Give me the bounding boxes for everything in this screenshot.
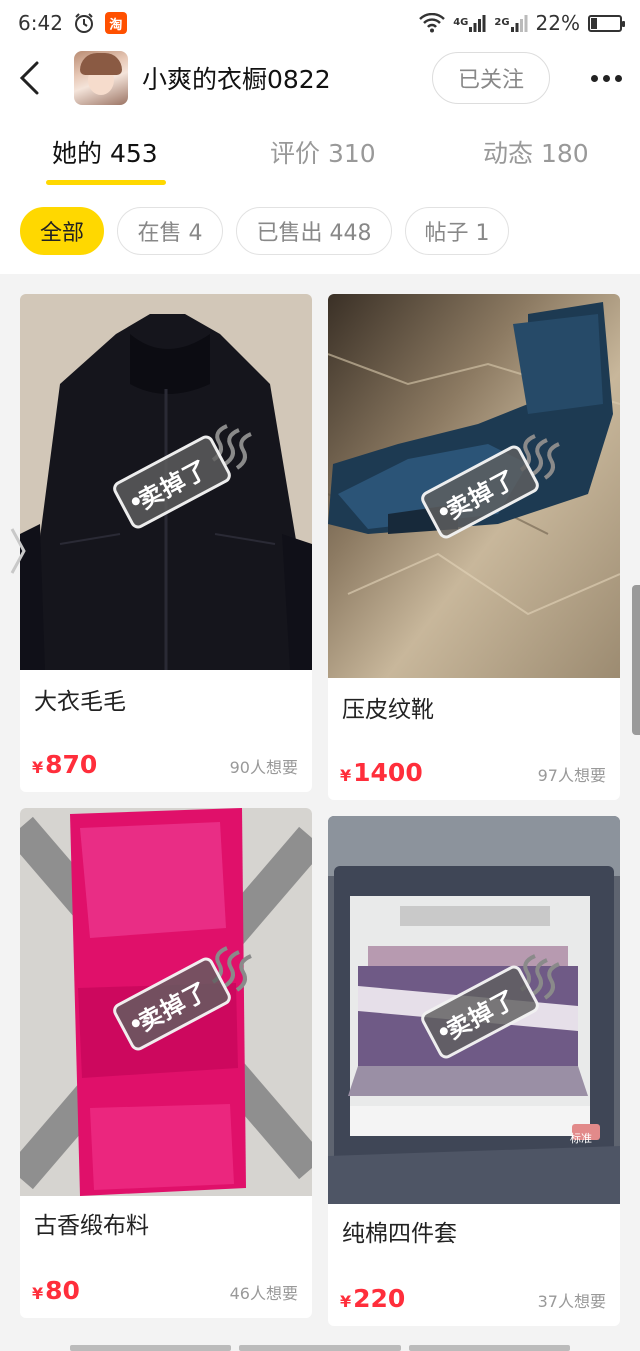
filter-chip-posts[interactable]: 帖子 1 bbox=[405, 207, 509, 255]
scrollbar[interactable] bbox=[632, 585, 640, 735]
currency-symbol: ¥ bbox=[32, 758, 44, 777]
battery-icon bbox=[588, 14, 625, 32]
filter-chip-sold[interactable]: 已售出 448 bbox=[236, 207, 392, 255]
want-count: 46人想要 bbox=[229, 1284, 298, 1303]
product-card[interactable]: 卖掉了 大衣毛毛 ¥870 90人想要 bbox=[20, 294, 312, 792]
shop-name: 小爽的衣橱0822 bbox=[142, 65, 331, 94]
product-image-black-coat: 卖掉了 bbox=[20, 294, 312, 670]
filter-chip-all[interactable]: 全部 bbox=[20, 207, 104, 255]
nav-hint-bar bbox=[408, 1345, 570, 1351]
price-value: 80 bbox=[45, 1276, 80, 1305]
product-title: 古香缎布料 bbox=[34, 1213, 149, 1239]
currency-symbol: ¥ bbox=[340, 1292, 352, 1311]
profile-tabs: 她的 453 评价 310 动态 180 bbox=[0, 110, 640, 192]
product-title: 纯棉四件套 bbox=[342, 1221, 457, 1247]
more-dot-icon bbox=[603, 74, 610, 82]
product-price: ¥80 bbox=[32, 1276, 80, 1305]
back-button[interactable] bbox=[18, 58, 54, 98]
signal-icon-1: 4G bbox=[453, 13, 486, 33]
avatar[interactable] bbox=[74, 51, 128, 105]
follow-button[interactable]: 已关注 bbox=[432, 52, 550, 104]
product-price: ¥1400 bbox=[340, 758, 423, 787]
tab-reviews[interactable]: 评价 310 bbox=[270, 134, 376, 170]
alarm-icon bbox=[73, 12, 95, 34]
battery-percent: 22% bbox=[535, 11, 580, 35]
taobao-app-icon: 淘 bbox=[104, 12, 127, 34]
tab-posts-feed[interactable]: 动态 180 bbox=[483, 134, 589, 170]
active-tab-underline bbox=[46, 180, 166, 185]
product-card[interactable]: 卖掉了 古香缎布料 ¥80 46人想要 bbox=[20, 808, 312, 1318]
product-price: ¥220 bbox=[340, 1284, 405, 1313]
network-label-2: 2G bbox=[494, 17, 510, 28]
signal-icon-2: 2G bbox=[494, 13, 528, 33]
more-dot-icon bbox=[615, 74, 622, 82]
battery-fill bbox=[591, 17, 598, 29]
shop-header: 小爽的衣橱0822 已关注 bbox=[0, 46, 640, 110]
want-count: 90人想要 bbox=[229, 758, 298, 777]
currency-symbol: ¥ bbox=[32, 1284, 44, 1303]
price-value: 220 bbox=[353, 1284, 406, 1313]
filter-chip-on-sale[interactable]: 在售 4 bbox=[117, 207, 223, 255]
image-tag: 标准 bbox=[570, 1132, 592, 1145]
nav-hint-bar bbox=[70, 1345, 232, 1351]
price-value: 870 bbox=[45, 750, 98, 779]
chevron-left-icon bbox=[19, 61, 39, 95]
currency-symbol: ¥ bbox=[340, 766, 352, 785]
product-card[interactable]: 标准 卖掉了 纯棉四件套 ¥220 37人想要 bbox=[328, 816, 620, 1326]
want-count: 97人想要 bbox=[537, 766, 606, 785]
tab-items[interactable]: 她的 453 bbox=[52, 134, 158, 170]
product-image-blue-boots: 卖掉了 bbox=[328, 294, 620, 678]
product-title: 压皮纹靴 bbox=[342, 697, 434, 723]
status-time: 6:42 bbox=[18, 11, 63, 35]
side-drawer-handle[interactable] bbox=[8, 525, 28, 577]
product-image-pink-satin: 卖掉了 bbox=[20, 808, 312, 1196]
network-label-1: 4G bbox=[453, 17, 469, 28]
chevron-right-icon bbox=[10, 528, 26, 574]
more-dot-icon bbox=[591, 74, 598, 82]
bottom-nav-hint bbox=[0, 1345, 640, 1351]
want-count: 37人想要 bbox=[537, 1292, 606, 1311]
more-options-button[interactable] bbox=[572, 58, 622, 98]
wifi-icon bbox=[419, 13, 446, 33]
status-bar: 6:42 淘 4G 2G 22% bbox=[0, 0, 640, 46]
product-title: 大衣毛毛 bbox=[34, 689, 126, 715]
product-image-bedding-set: 标准 卖掉了 bbox=[328, 816, 620, 1204]
filter-bar: 全部 在售 4 已售出 448 帖子 1 bbox=[0, 192, 640, 274]
price-value: 1400 bbox=[353, 758, 423, 787]
product-card[interactable]: 卖掉了 压皮纹靴 ¥1400 97人想要 bbox=[328, 294, 620, 800]
product-price: ¥870 bbox=[32, 750, 97, 779]
nav-hint-bar bbox=[239, 1345, 401, 1351]
